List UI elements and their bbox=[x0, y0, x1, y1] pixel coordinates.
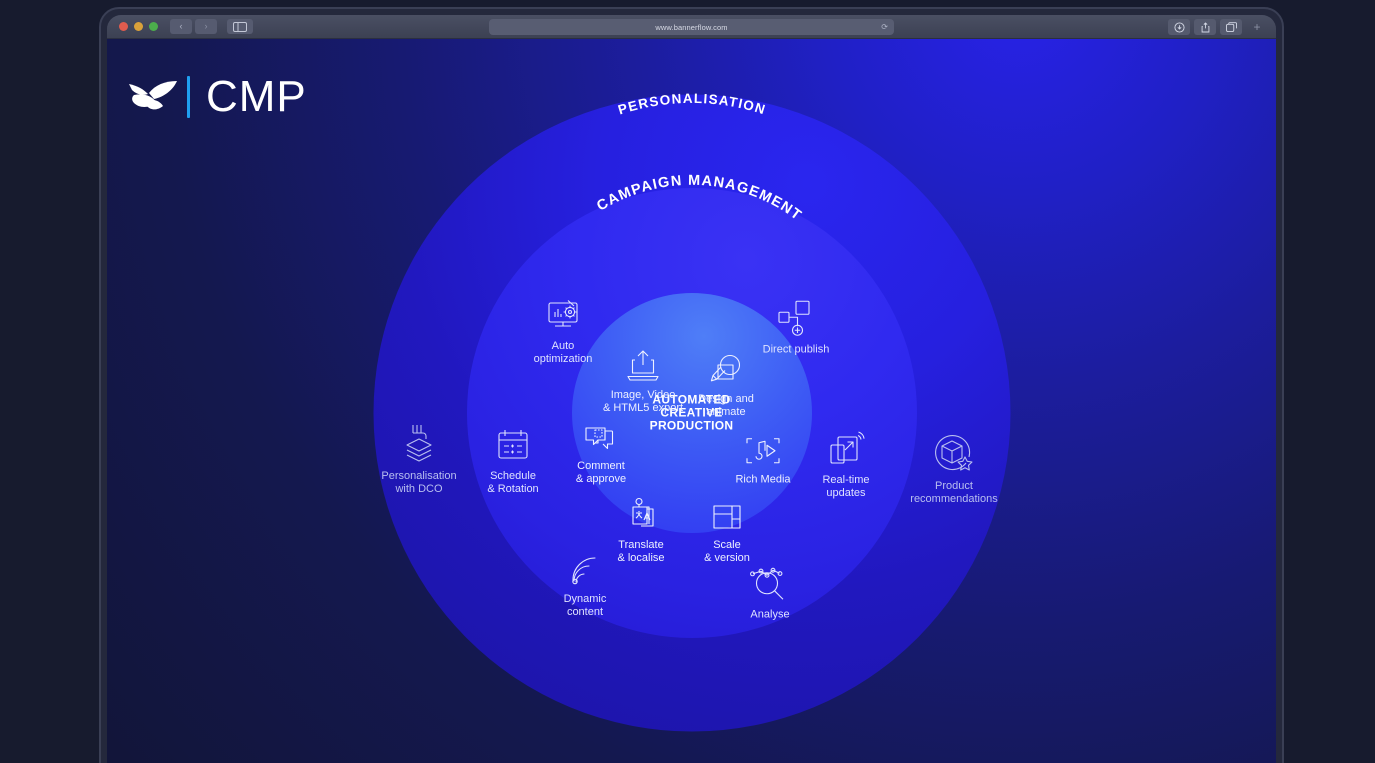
url-text: www.bannerflow.com bbox=[655, 22, 728, 32]
middle-ring-label: CAMPAIGN MANAGEMENT bbox=[512, 173, 872, 301]
concentric-diagram: PERSONALISATION CAMPAIGN MANAGEMENT AUTO bbox=[107, 39, 1276, 763]
close-window-button[interactable] bbox=[119, 22, 128, 31]
back-button[interactable]: ‹ bbox=[170, 19, 192, 34]
outer-ring-label-text: PERSONALISATION bbox=[616, 91, 766, 118]
feature-label: Comment & approve bbox=[575, 460, 627, 485]
download-icon[interactable] bbox=[1168, 19, 1190, 35]
feature-label: Scale & version bbox=[704, 539, 750, 564]
share-icon[interactable] bbox=[1194, 19, 1216, 35]
feature-label: Analyse bbox=[750, 608, 790, 621]
minimize-window-button[interactable] bbox=[134, 22, 143, 31]
navigation-buttons[interactable]: ‹ › bbox=[170, 19, 217, 34]
analyse-icon bbox=[747, 561, 793, 603]
feature-label: Schedule & Rotation bbox=[487, 470, 539, 495]
svg-text:PERSONALISATION: PERSONALISATION bbox=[616, 91, 768, 118]
feature-label: Design and animate bbox=[698, 393, 754, 418]
design-animate-icon bbox=[707, 346, 745, 388]
feature-label: Dynamic content bbox=[563, 593, 607, 618]
new-tab-button[interactable]: + bbox=[1246, 19, 1268, 35]
screenshot-root: ‹ › www.bannerflow.com ⟳ + CMP PERSONALI… bbox=[0, 0, 1375, 763]
address-bar[interactable]: www.bannerflow.com ⟳ bbox=[489, 19, 894, 35]
forward-button[interactable]: › bbox=[195, 19, 217, 34]
feature-scale-version[interactable]: Scale & version bbox=[677, 492, 777, 564]
calendar-icon bbox=[492, 423, 534, 465]
comment-approve-icon bbox=[583, 413, 619, 455]
feature-rich-media[interactable]: Rich Media bbox=[713, 426, 813, 486]
window-controls[interactable] bbox=[119, 22, 158, 31]
feature-label: Real-time updates bbox=[822, 474, 870, 499]
laptop-frame: ‹ › www.bannerflow.com ⟳ + CMP PERSONALI… bbox=[99, 7, 1284, 763]
feature-design-and-animate[interactable]: Design and animate bbox=[671, 346, 781, 418]
feature-label: Rich Media bbox=[735, 473, 791, 486]
sidebar-icon[interactable] bbox=[227, 19, 253, 34]
auto-optimization-icon bbox=[541, 293, 585, 335]
direct-publish-icon bbox=[775, 296, 817, 338]
toolbar-right-actions: + bbox=[1168, 19, 1268, 35]
reload-icon[interactable]: ⟳ bbox=[881, 23, 888, 32]
feature-label: Product recommendations bbox=[910, 480, 998, 505]
device-screen: ‹ › www.bannerflow.com ⟳ + CMP PERSONALI… bbox=[107, 15, 1276, 763]
layers-dco-icon bbox=[397, 423, 441, 465]
product-box-star-icon bbox=[931, 433, 977, 475]
tabs-icon[interactable] bbox=[1220, 19, 1242, 35]
export-upload-icon bbox=[624, 342, 662, 384]
translate-localise-icon bbox=[622, 492, 660, 534]
feature-comment-approve[interactable]: Comment & approve bbox=[551, 413, 651, 485]
rich-media-icon bbox=[744, 426, 782, 468]
maximize-window-button[interactable] bbox=[149, 22, 158, 31]
browser-toolbar: ‹ › www.bannerflow.com ⟳ + bbox=[107, 15, 1276, 39]
feature-label: Translate & localise bbox=[617, 539, 665, 564]
page-canvas: CMP PERSONALISATION CAMPAIGN MANAGEMENT … bbox=[107, 39, 1276, 763]
scale-version-icon bbox=[710, 492, 744, 534]
feature-analyse[interactable]: Analyse bbox=[695, 561, 845, 621]
real-time-updates-icon bbox=[825, 427, 867, 469]
